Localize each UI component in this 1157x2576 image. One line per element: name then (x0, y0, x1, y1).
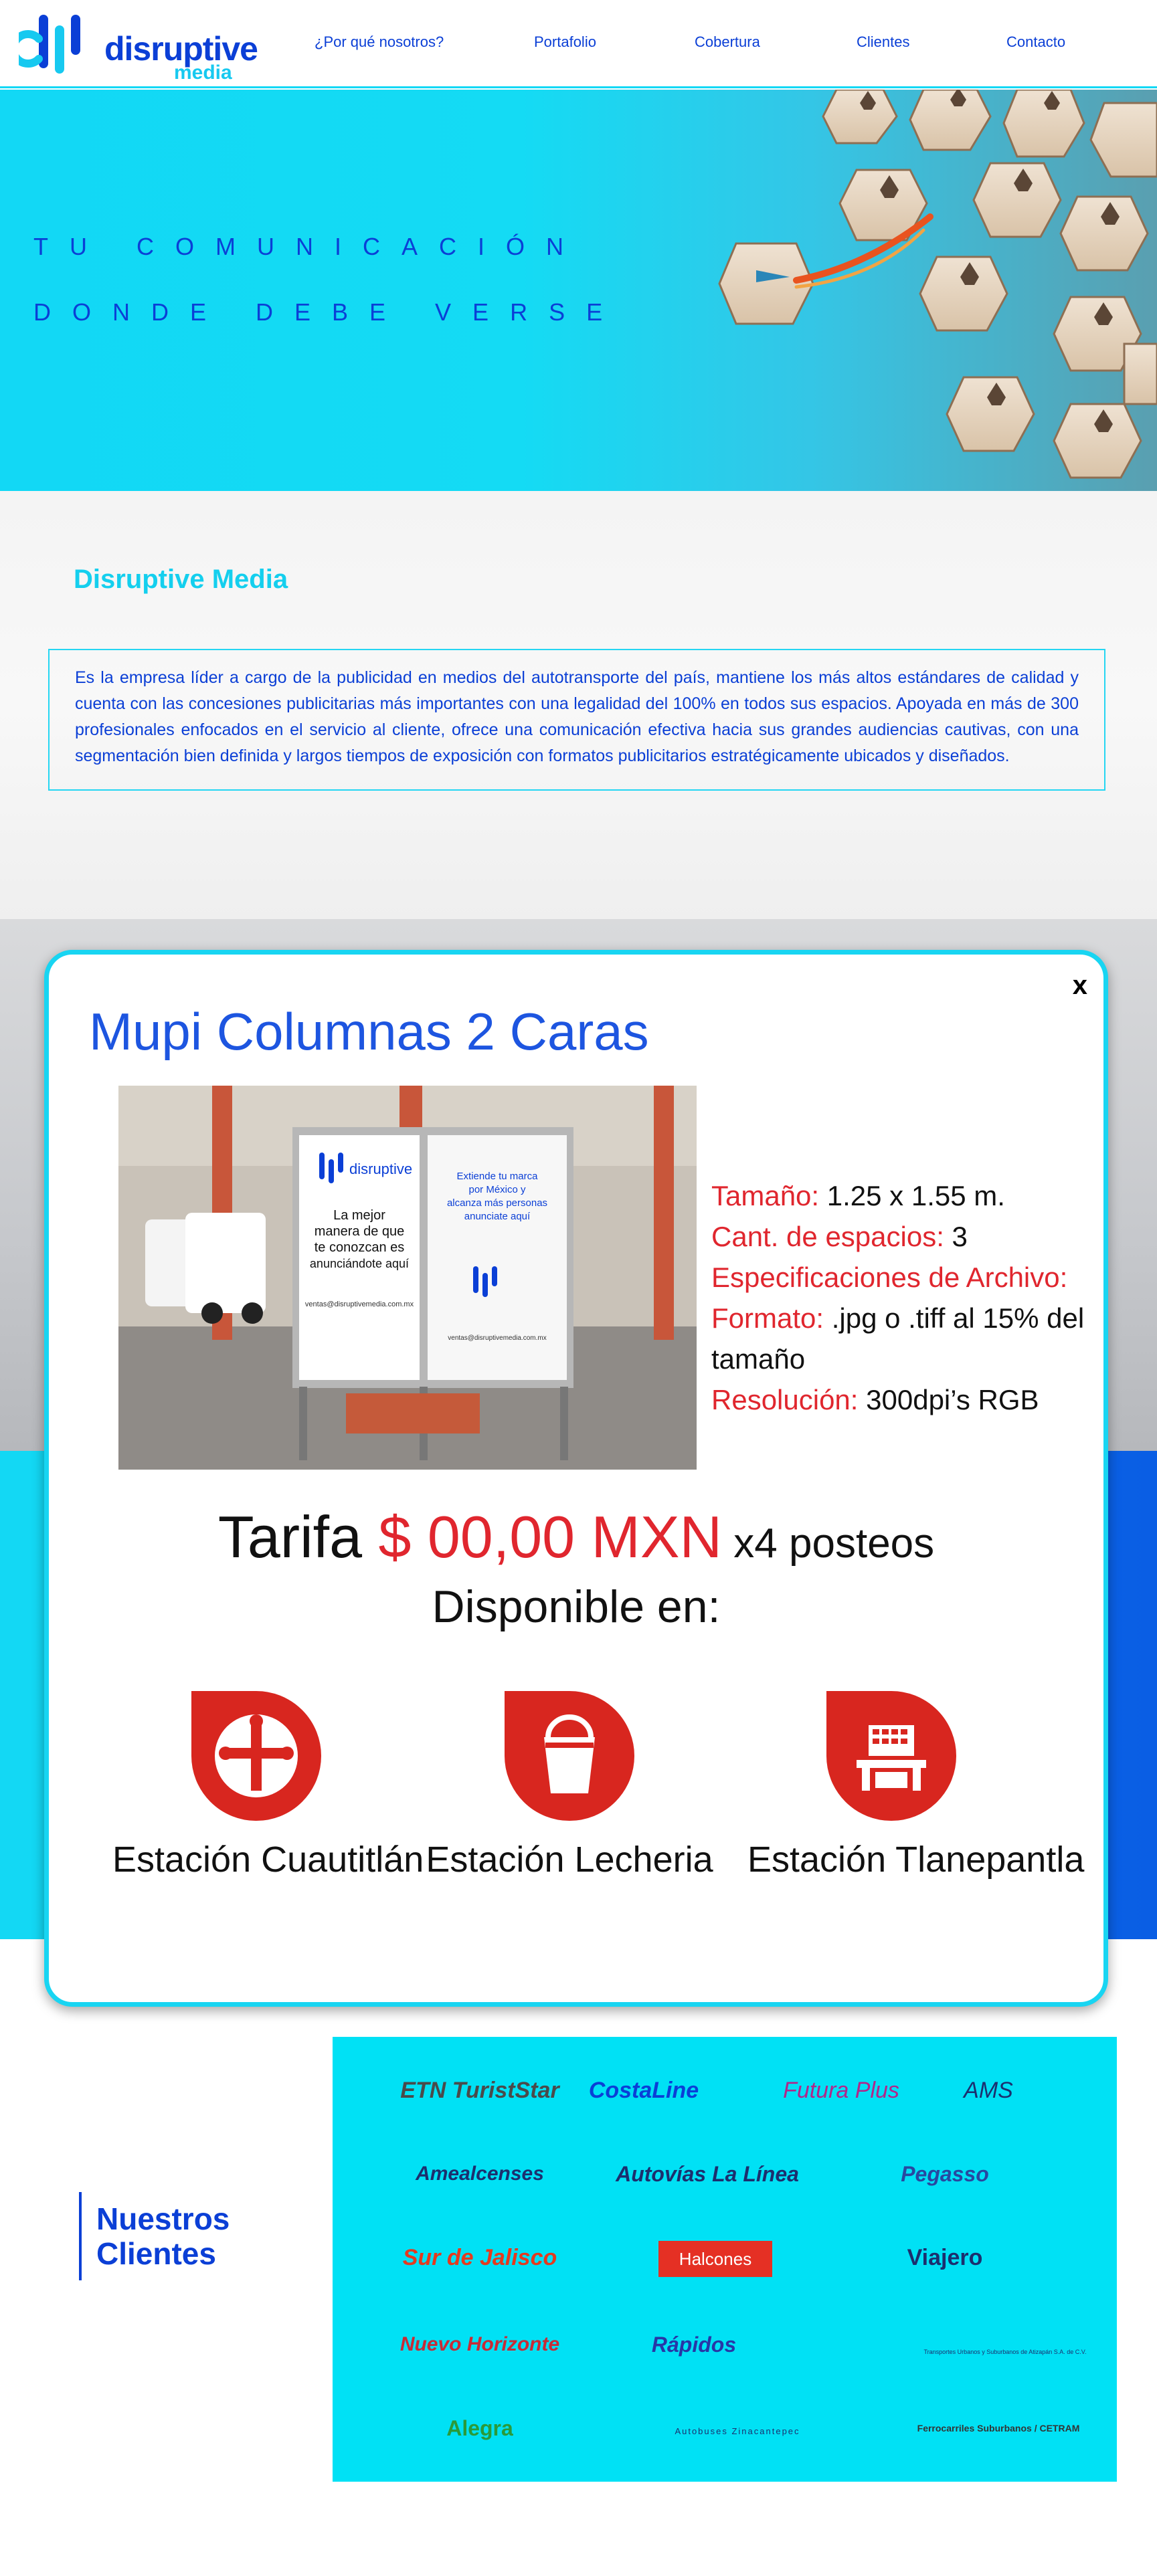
client-logo-amealcenses[interactable]: Amealcenses (369, 2154, 590, 2194)
brand-sub: media (174, 62, 232, 84)
spec-resolution: Resolución: 300dpi’s RGB (711, 1379, 1086, 1420)
spec-format: Formato: .jpg o .tiff al 15% del tamaño (711, 1298, 1086, 1379)
nav-item-contacto[interactable]: Contacto (1006, 33, 1065, 51)
station-tlanepantla-label: Estación Tlanepantla (747, 1840, 1085, 1880)
spec-spaces-value: 3 (944, 1221, 968, 1252)
svg-text:disruptive: disruptive (349, 1161, 412, 1177)
brand-logo-mark-icon (19, 15, 80, 74)
client-logo-sur[interactable]: Sur de Jalisco (369, 2238, 590, 2278)
hero-headline-line1: TU COMUNICACIÓN (33, 233, 585, 260)
mupi-face2-email: ventas@disruptivemedia.com.mx (448, 1334, 546, 1342)
client-logo-futura[interactable]: Futura Plus (774, 2070, 908, 2110)
product-modal: x Mupi Columnas 2 Caras disruptive La me… (44, 950, 1108, 2007)
spec-format-label: Formato: (711, 1302, 824, 1334)
mupi-face1-line1: La mejor (333, 1208, 385, 1223)
mupi-face1-email: ventas@disruptivemedia.com.mx (305, 1300, 414, 1308)
about-title: Disruptive Media (74, 565, 288, 594)
milk-bucket-icon (501, 1687, 638, 1825)
about-description: Es la empresa líder a cargo de la public… (75, 668, 1079, 765)
main-nav: ¿Por qué nosotros? Portafolio Cobertura … (281, 33, 1138, 60)
spec-resolution-label: Resolución: (711, 1384, 859, 1415)
about-section: Disruptive Media Es la empresa líder a c… (0, 491, 1157, 919)
building-icon (822, 1687, 960, 1825)
clients-logo-grid: ETN TuristStar CostaLine Futura Plus AMS… (333, 2037, 1117, 2482)
mupi-face1-line3: te conozcan es (315, 1240, 405, 1255)
station-cuautitlan-label: Estación Cuautitlán (112, 1840, 424, 1880)
spec-spaces: Cant. de espacios: 3 (711, 1216, 1086, 1257)
modal-close-button[interactable]: x (1073, 971, 1087, 1001)
station-lecheria[interactable]: Estación Lecheria (426, 1684, 713, 1904)
client-logo-viajero[interactable]: Viajero (861, 2238, 1029, 2278)
modal-title: Mupi Columnas 2 Caras (89, 1002, 649, 1061)
nav-item-cobertura[interactable]: Cobertura (695, 33, 760, 51)
client-logo-nuevo-horizonte[interactable]: Nuevo Horizonte (369, 2324, 590, 2365)
hero-banner: TU COMUNICACIÓN DONDE DEBE VERSE (0, 90, 1157, 491)
brand-logo[interactable]: disruptive media (19, 9, 258, 84)
price-label: Tarifa (217, 1504, 379, 1570)
mupi-face2-line1: Extiende tu marca (457, 1171, 539, 1182)
mupi-face2-line3: alcanza más personas (447, 1197, 547, 1209)
mupi-face1-line2: manera de que (315, 1224, 405, 1239)
clients-title-line2: Clientes (96, 2236, 216, 2271)
mupi-face2-line4: anunciate aquí (464, 1211, 531, 1222)
client-logo-rapidos[interactable]: Rápidos (614, 2324, 774, 2365)
price-unit: x4 posteos (722, 1520, 935, 1567)
client-logo-transportes-urbanos[interactable]: Transportes Urbanos y Suburbanos de Atiz… (921, 2321, 1089, 2375)
client-logo-ams[interactable]: AMS (921, 2070, 1055, 2110)
client-logo-pegasso[interactable]: Pegasso (861, 2154, 1029, 2194)
client-logo-autovias[interactable]: Autovías La Línea (587, 2154, 828, 2194)
nav-item-clientes[interactable]: Clientes (857, 33, 909, 51)
clients-heading: Nuestros Clientes (79, 2192, 230, 2280)
site-header: disruptive media ¿Por qué nosotros? Port… (0, 0, 1157, 88)
client-logo-costaline[interactable]: CostaLine (560, 2070, 727, 2110)
spec-file-label: Especificaciones de Archivo: (711, 1262, 1068, 1293)
station-tlanepantla[interactable]: Estación Tlanepantla (747, 1684, 1085, 1904)
spec-list: Tamaño: 1.25 x 1.55 m. Cant. de espacios… (711, 1175, 1086, 1420)
spec-file: Especificaciones de Archivo: (711, 1257, 1086, 1298)
mupi-photo-image: disruptive La mejor manera de que te con… (118, 1086, 697, 1470)
spec-spaces-label: Cant. de espacios: (711, 1221, 944, 1252)
hero-rocket-hexagons-image (718, 90, 1157, 479)
cross-icon (187, 1687, 325, 1825)
about-box: Es la empresa líder a cargo de la public… (48, 649, 1105, 791)
client-logo-halcones[interactable]: Halcones (658, 2241, 772, 2277)
spec-size: Tamaño: 1.25 x 1.55 m. (711, 1175, 1086, 1216)
client-logo-ferrocarriles[interactable]: Ferrocarriles Suburbanos / CETRAM (895, 2408, 1102, 2448)
station-cuautitlan[interactable]: Estación Cuautitlán (112, 1684, 424, 1904)
spec-resolution-value: 300dpi’s RGB (858, 1384, 1039, 1415)
client-logo-alegra[interactable]: Alegra (369, 2408, 590, 2448)
spec-size-value: 1.25 x 1.55 m. (819, 1180, 1005, 1211)
price-line: Tarifa $ 00,00 MXN x4 posteos (49, 1503, 1103, 1571)
mupi-face2-line2: por México y (468, 1184, 526, 1195)
nav-item-por-que-nosotros[interactable]: ¿Por qué nosotros? (315, 33, 444, 51)
station-lecheria-label: Estación Lecheria (426, 1840, 713, 1880)
mupi-photo: disruptive La mejor manera de que te con… (118, 1086, 697, 1470)
price-value: $ 00,00 MXN (378, 1504, 723, 1570)
available-heading: Disponible en: (432, 1581, 721, 1632)
spec-size-label: Tamaño: (711, 1180, 820, 1211)
mupi-face1-line4: anunciándote aquí (310, 1257, 409, 1270)
hero-headline-line2: DONDE DEBE VERSE (33, 298, 624, 326)
client-logo-zinacantepec[interactable]: Autobuses Zinacantepec (660, 2411, 814, 2452)
nav-item-portafolio[interactable]: Portafolio (534, 33, 596, 51)
client-logo-etn[interactable]: ETN TuristStar (369, 2070, 590, 2110)
clients-title-line1: Nuestros (96, 2201, 230, 2236)
